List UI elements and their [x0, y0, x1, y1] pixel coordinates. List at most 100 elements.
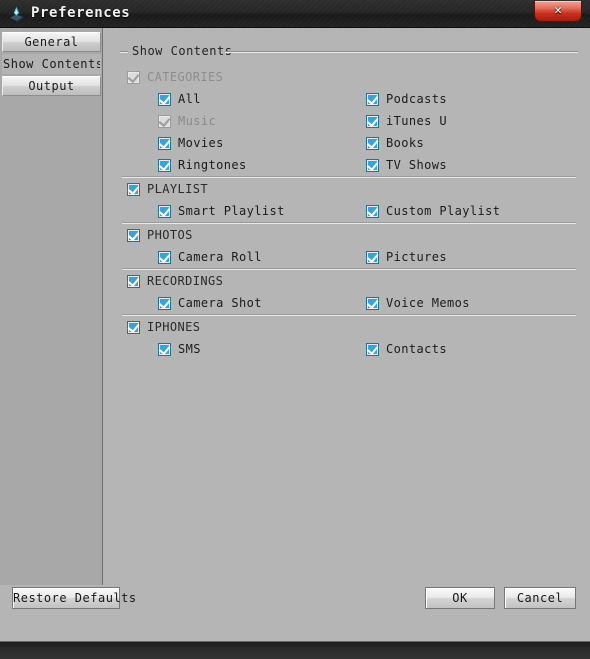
sidebar-item-label: Output — [28, 79, 75, 93]
checkbox-movies[interactable]: Movies — [158, 132, 224, 154]
checkbox-label: All — [178, 91, 201, 106]
section-header-recordings[interactable]: RECORDINGS — [120, 270, 578, 292]
checkbox-voice-memos[interactable]: Voice Memos — [366, 292, 470, 314]
checkbox-label: Contacts — [386, 341, 447, 356]
checkmark-icon — [158, 114, 171, 128]
checkmark-icon — [366, 296, 379, 310]
checkbox-label: TV Shows — [386, 157, 447, 172]
checkmark-icon — [127, 320, 140, 334]
groupbox-border-right — [225, 51, 578, 53]
checkbox-label: Podcasts — [386, 91, 447, 106]
checkbox-row: Camera Shot Voice Memos — [120, 292, 578, 314]
checkmark-icon — [127, 182, 140, 196]
section-header-categories: CATEGORIES — [120, 66, 578, 88]
checkbox-row: Music iTunes U — [120, 110, 578, 132]
checkbox-label: Custom Playlist — [386, 203, 501, 218]
section-header-label: CATEGORIES — [147, 69, 224, 84]
window-title: Preferences — [31, 5, 131, 21]
checkbox-music: Music — [158, 110, 216, 132]
checkbox-label: SMS — [178, 341, 201, 356]
checkbox-all[interactable]: All — [158, 88, 201, 110]
sidebar-tab-list: General Show Contents Output — [0, 28, 103, 613]
checkmark-icon — [158, 342, 171, 356]
close-button[interactable]: ✕ — [534, 1, 582, 22]
checkmark-icon — [366, 204, 379, 218]
checkmark-icon — [158, 250, 171, 264]
checkbox-label: Camera Roll — [178, 249, 262, 264]
checkmark-icon — [366, 342, 379, 356]
dialog-body: General Show Contents Output Show Conten… — [0, 28, 590, 641]
checkmark-icon — [366, 92, 379, 106]
show-contents-groupbox: Show Contents CATEGORIES All Podcasts Music… — [120, 44, 578, 604]
sidebar-item-label: Show Contents — [3, 57, 101, 71]
checkmark-icon — [127, 228, 140, 242]
checkbox-itunes-u[interactable]: iTunes U — [366, 110, 447, 132]
ok-button[interactable]: OK — [425, 587, 495, 609]
preferences-dialog: Preferences ✕ General Show Contents Outp… — [0, 0, 590, 659]
section-header-label: RECORDINGS — [147, 273, 224, 288]
section-rows: Smart Playlist Custom Playlist — [120, 200, 578, 222]
section-rows: SMS Contacts — [120, 338, 578, 360]
checkbox-camera-roll[interactable]: Camera Roll — [158, 246, 262, 268]
checkmark-icon — [366, 136, 379, 150]
checkmark-icon — [158, 204, 171, 218]
checkbox-custom-playlist[interactable]: Custom Playlist — [366, 200, 500, 222]
dialog-button-bar: Restore Defaults OK Cancel — [0, 585, 590, 613]
cancel-button[interactable]: Cancel — [504, 587, 576, 609]
checkbox-row: Movies Books — [120, 132, 578, 154]
checkbox-label: Voice Memos — [386, 295, 470, 310]
checkbox-contacts[interactable]: Contacts — [366, 338, 447, 360]
checkbox-row: Ringtones TV Shows — [120, 154, 578, 176]
sidebar-item-output[interactable]: Output — [2, 76, 101, 96]
restore-defaults-button[interactable]: Restore Defaults — [12, 587, 136, 609]
sidebar-item-show-contents[interactable]: Show Contents — [2, 54, 101, 74]
checkbox-ringtones[interactable]: Ringtones — [158, 154, 247, 176]
section-header-label: PHOTOS — [147, 227, 193, 242]
checkbox-label: iTunes U — [386, 113, 447, 128]
checkbox-smart-playlist[interactable]: Smart Playlist — [158, 200, 285, 222]
section-iphones: IPHONES SMS Contacts — [120, 316, 578, 360]
checkbox-tv-shows[interactable]: TV Shows — [366, 154, 447, 176]
checkbox-row: All Podcasts — [120, 88, 578, 110]
checkbox-label: Ringtones — [178, 157, 247, 172]
checkbox-podcasts[interactable]: Podcasts — [366, 88, 447, 110]
section-header-label: PLAYLIST — [147, 181, 208, 196]
section-recordings: RECORDINGS Camera Shot Voice Memos — [120, 270, 578, 314]
checkmark-icon — [366, 250, 379, 264]
section-header-playlist[interactable]: PLAYLIST — [120, 178, 578, 200]
checkmark-icon — [366, 158, 379, 172]
checkmark-icon — [158, 158, 171, 172]
checkbox-pictures[interactable]: Pictures — [366, 246, 447, 268]
checkmark-icon — [158, 296, 171, 310]
section-header-iphones[interactable]: IPHONES — [120, 316, 578, 338]
checkmark-icon — [127, 274, 140, 288]
checkbox-label: Pictures — [386, 249, 447, 264]
sidebar-item-general[interactable]: General — [2, 32, 101, 52]
section-rows: Camera Shot Voice Memos — [120, 292, 578, 314]
checkbox-row: SMS Contacts — [120, 338, 578, 360]
checkbox-camera-shot[interactable]: Camera Shot — [158, 292, 262, 314]
groupbox-border-left — [120, 51, 128, 53]
section-rows: Camera Roll Pictures — [120, 246, 578, 268]
checkbox-label: Books — [386, 135, 425, 150]
checkbox-label: Camera Shot — [178, 295, 262, 310]
app-icon — [8, 7, 25, 23]
checkmark-icon — [366, 114, 379, 128]
checkbox-sms[interactable]: SMS — [158, 338, 201, 360]
section-photos: PHOTOS Camera Roll Pictures — [120, 224, 578, 268]
checkmark-icon — [158, 92, 171, 106]
close-icon: ✕ — [554, 3, 562, 18]
checkbox-label: Smart Playlist — [178, 203, 285, 218]
groupbox-legend: Show Contents — [132, 44, 233, 58]
title-bar: Preferences ✕ — [0, 0, 590, 28]
window-frame-bottom — [0, 641, 590, 659]
section-playlist: PLAYLIST Smart Playlist Custom Playlist — [120, 178, 578, 222]
checkbox-label: Movies — [178, 135, 224, 150]
section-header-label: IPHONES — [147, 319, 201, 334]
section-categories: CATEGORIES All Podcasts Music iTunes U Movies… — [120, 66, 578, 176]
checkmark-icon — [127, 70, 140, 84]
checkbox-books[interactable]: Books — [366, 132, 424, 154]
sidebar-item-label: General — [24, 35, 79, 49]
checkbox-label: Music — [178, 113, 217, 128]
section-header-photos[interactable]: PHOTOS — [120, 224, 578, 246]
